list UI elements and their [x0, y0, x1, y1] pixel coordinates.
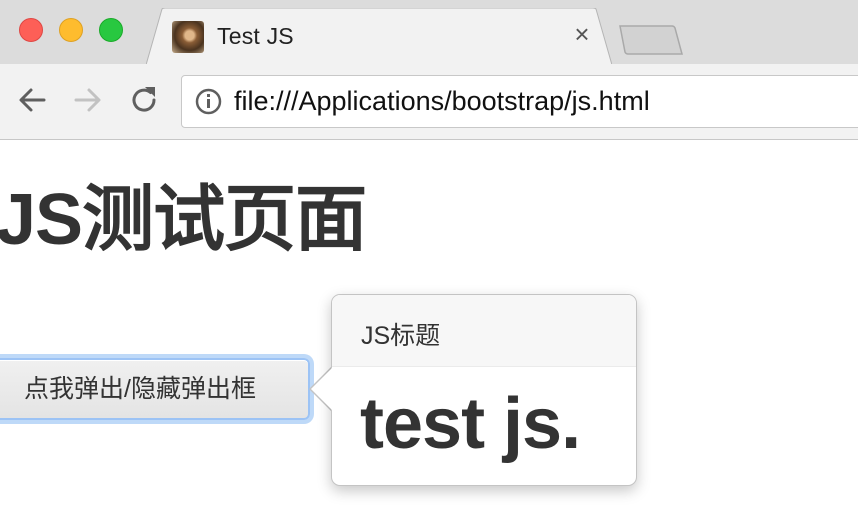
back-button[interactable]	[14, 82, 50, 118]
popover: JS标题 test js.	[331, 294, 637, 486]
new-tab-button[interactable]	[618, 24, 684, 56]
toggle-popover-button[interactable]: 点我弹出/隐藏弹出框	[0, 358, 310, 420]
monkey-favicon-icon	[172, 21, 204, 53]
forward-arrow-icon	[74, 88, 101, 112]
minimize-window-button[interactable]	[59, 18, 83, 42]
reload-icon	[132, 87, 156, 112]
popover-header: JS标题	[332, 295, 636, 367]
url-text[interactable]: file:///Applications/bootstrap/js.html	[234, 86, 650, 117]
browser-tab[interactable]	[146, 8, 612, 65]
zoom-window-button[interactable]	[99, 18, 123, 42]
tab-title: Test JS	[217, 23, 294, 49]
popover-title: JS标题	[361, 322, 441, 350]
info-icon[interactable]	[195, 88, 222, 115]
reload-button[interactable]	[126, 82, 162, 118]
popover-content: test js.	[360, 384, 581, 464]
back-arrow-icon	[19, 88, 46, 112]
popover-arrow-fill	[311, 368, 332, 410]
page-title: JS测试页面	[0, 180, 367, 260]
close-window-button[interactable]	[19, 18, 43, 42]
forward-button[interactable]	[70, 82, 106, 118]
close-icon[interactable]: ×	[568, 20, 596, 48]
